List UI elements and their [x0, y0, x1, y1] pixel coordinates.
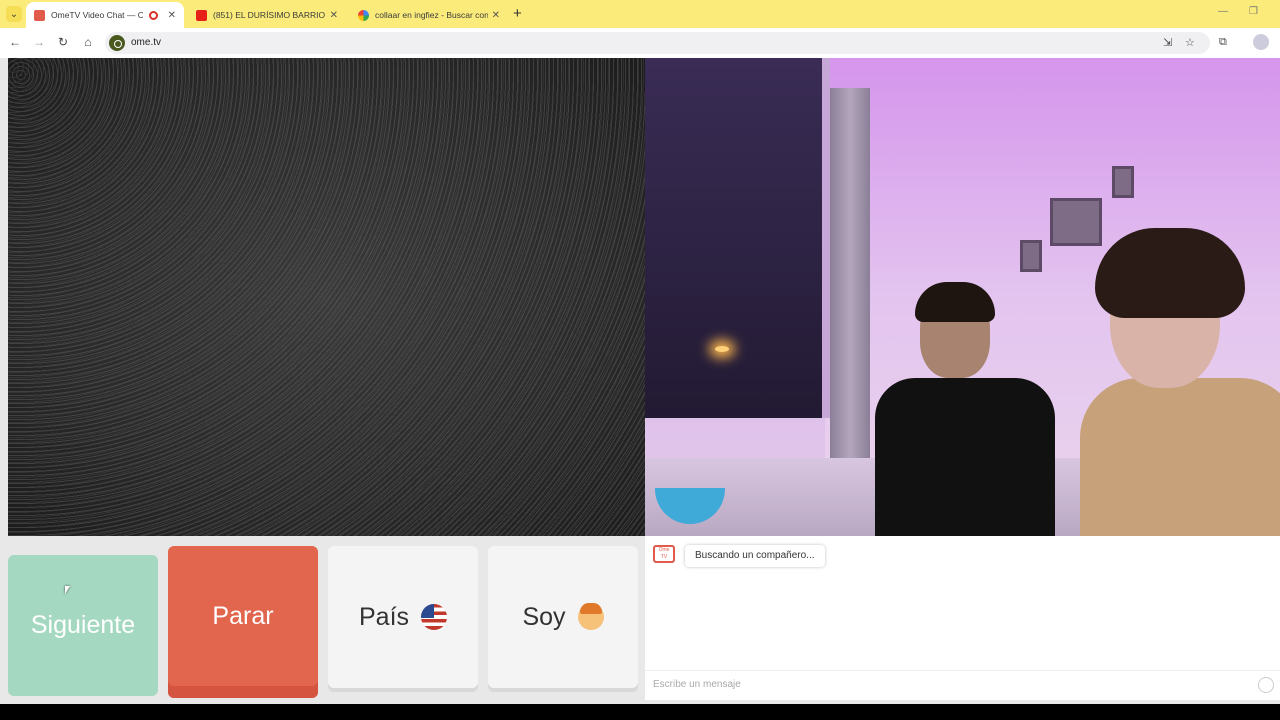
- tab-ometv[interactable]: OmeTV Video Chat — Ome ✕: [26, 2, 184, 28]
- ometv-page: Siguiente Parar País Soy Ome TV Buscando…: [0, 58, 1280, 704]
- browser-toolbar: ← → ↻ ⌂ ome.tv ⇲ ☆ ⧉: [0, 28, 1280, 58]
- youtube-favicon-icon: [196, 9, 207, 21]
- new-tab-button[interactable]: +: [513, 5, 522, 22]
- address-bar[interactable]: ome.tv: [105, 32, 1210, 54]
- ometv-favicon-icon: [34, 9, 45, 21]
- browser-tab-bar: ⌄ OmeTV Video Chat — Ome ✕ (851) EL DURÍ…: [0, 0, 1280, 28]
- mouse-cursor-icon: [65, 586, 70, 594]
- profile-avatar-icon[interactable]: [1253, 34, 1269, 50]
- emoji-icon[interactable]: [1258, 677, 1274, 693]
- person-left-hair: [915, 282, 995, 322]
- recording-icon: [148, 10, 158, 20]
- install-app-icon[interactable]: ⇲: [1163, 36, 1172, 49]
- tab-youtube[interactable]: (851) EL DURÍSIMO BARRIO de ✕: [188, 2, 346, 28]
- curtain: [830, 88, 870, 508]
- close-tab-icon[interactable]: ✕: [330, 10, 338, 21]
- gender-button-label: Soy: [522, 602, 566, 631]
- ometv-logo-icon: Ome TV: [653, 545, 675, 563]
- person-right-hair: [1095, 228, 1245, 318]
- country-button[interactable]: País: [328, 546, 478, 688]
- home-icon[interactable]: ⌂: [80, 35, 96, 49]
- tab-title: OmeTV Video Chat — Ome: [51, 10, 143, 20]
- extensions-icon[interactable]: ⧉: [1219, 36, 1227, 49]
- bookmark-star-icon[interactable]: ☆: [1185, 36, 1195, 49]
- close-tab-icon[interactable]: ✕: [168, 10, 176, 21]
- status-message: Buscando un compañero...: [685, 545, 825, 567]
- chat-panel: Ome TV Buscando un compañero... Escribe …: [645, 536, 1280, 700]
- next-button[interactable]: Siguiente: [8, 555, 158, 696]
- tab-google-search[interactable]: collaar en ingfiez - Buscar con G ✕: [350, 2, 508, 28]
- wall-picture: [1020, 240, 1042, 272]
- person-left-body: [875, 378, 1055, 536]
- minimize-button[interactable]: —: [1218, 6, 1228, 17]
- google-favicon-icon: [358, 9, 369, 21]
- person-left: [875, 282, 1055, 536]
- us-flag-icon: [421, 604, 448, 630]
- restore-button[interactable]: ❐: [1249, 6, 1258, 17]
- person-right-body: [1080, 378, 1280, 536]
- back-icon[interactable]: ←: [7, 35, 23, 49]
- next-button-label: Siguiente: [30, 611, 136, 639]
- forward-icon[interactable]: →: [31, 35, 47, 49]
- country-button-label: País: [358, 602, 410, 631]
- tab-title: collaar en ingfiez - Buscar con G: [375, 10, 488, 20]
- tab-title: (851) EL DURÍSIMO BARRIO de: [213, 10, 326, 20]
- message-input[interactable]: Escribe un mensaje: [645, 670, 1280, 698]
- wall-picture: [1112, 166, 1134, 198]
- stop-button-label: Parar: [212, 601, 274, 630]
- message-input-placeholder: Escribe un mensaje: [653, 679, 741, 690]
- room-window: [645, 58, 830, 418]
- self-camera-video: [645, 58, 1280, 536]
- boy-face-icon: [577, 603, 604, 630]
- person-right: [1080, 228, 1280, 536]
- tab-search-icon[interactable]: ⌄: [6, 6, 22, 22]
- partner-video-static: [8, 58, 645, 536]
- chat-controls: Siguiente Parar País Soy: [8, 546, 638, 698]
- url-text: ome.tv: [131, 37, 162, 48]
- gender-button[interactable]: Soy: [488, 546, 638, 688]
- reload-icon[interactable]: ↻: [55, 35, 71, 49]
- site-info-icon[interactable]: [109, 35, 125, 51]
- stop-button[interactable]: Parar: [168, 546, 318, 698]
- street-light: [715, 346, 729, 352]
- close-tab-icon[interactable]: ✕: [492, 10, 500, 21]
